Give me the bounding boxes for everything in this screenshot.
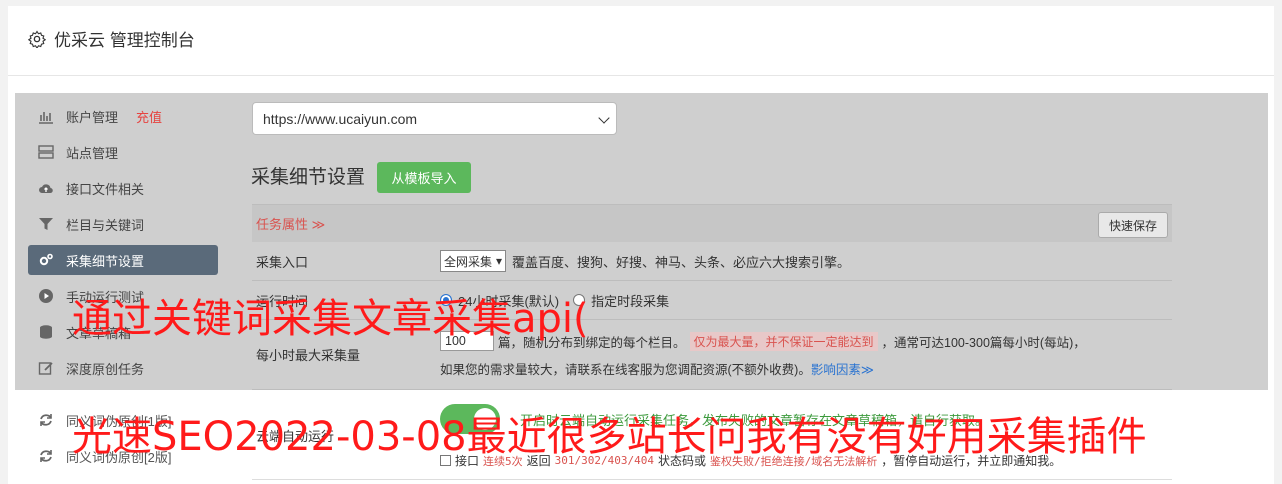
overlay-headline-1: 通过关键词采集文章采集api( [72, 296, 589, 342]
chevron-down-icon: ▾ [496, 254, 503, 268]
recharge-link[interactable]: 充值 [136, 107, 162, 126]
filter-icon [39, 218, 53, 230]
task-attributes-toggle[interactable]: 任务属性 ≫ [256, 214, 325, 233]
server-icon [38, 145, 54, 159]
sidebar-item-account[interactable]: 账户管理 充值 [28, 98, 218, 134]
quick-save-button[interactable]: 快速保存 [1098, 212, 1168, 238]
gear-icon [28, 29, 46, 48]
sidebar-item-label: 接口文件相关 [66, 181, 145, 197]
sidebar-item-label: 站点管理 [66, 145, 119, 161]
row-label: 采集入口 [256, 254, 309, 270]
play-circle-icon [39, 289, 53, 303]
sidebar-item-columns-keywords[interactable]: 栏目与关键词 [28, 206, 218, 242]
table-row-entry: 采集入口 全网采集 ▾ 覆盖百度、搜狗、好搜、神马、头条、必应六大搜索引擎。 [252, 242, 1172, 281]
sidebar-item-interface-files[interactable]: 接口文件相关 [28, 170, 218, 206]
import-template-button[interactable]: 从模板导入 [377, 162, 471, 193]
header-title-wrap: 优采云 管理控制台 [28, 26, 195, 51]
bar-chart-icon [39, 112, 53, 124]
site-select[interactable]: https://www.ucaiyun.com [252, 102, 617, 135]
overlay-headline-2: 光速SEO2022-03-08最近很多站长问我有没有好用采集插件 [72, 414, 1147, 460]
edit-icon [38, 362, 53, 375]
sidebar-item-label: 栏目与关键词 [66, 217, 145, 233]
factors-link[interactable]: 影响因素≫ [811, 363, 874, 377]
refresh-icon [40, 450, 52, 462]
sidebar-item-collect-settings[interactable]: 采集细节设置 [28, 245, 218, 275]
sidebar-item-deep-original[interactable]: 深度原创任务 [28, 350, 218, 386]
rate-desc-2: ，通常可达100-300篇每小时(每站)， [881, 335, 1086, 350]
radio-scheduled-label: 指定时段采集 [591, 293, 670, 309]
entry-description: 覆盖百度、搜狗、好搜、神马、头条、必应六大搜索引擎。 [512, 254, 851, 270]
table-header: 任务属性 ≫ 快速保存 [252, 204, 1172, 242]
site-select-value: https://www.ucaiyun.com [263, 110, 418, 127]
sidebar-item-sites[interactable]: 站点管理 [28, 134, 218, 170]
row-value: 全网采集 ▾ 覆盖百度、搜狗、好搜、神马、头条、必应六大搜索引擎。 [440, 242, 1172, 280]
entry-select-value: 全网采集 [444, 254, 493, 269]
refresh-icon [40, 414, 52, 426]
rate-warning: 仅为最大量，并不保证一定能达到 [689, 331, 878, 351]
header-card: 优采云 管理控制台 [8, 6, 1274, 76]
chevron-down-icon [598, 112, 610, 124]
rate-desc-3: 如果您的需求量较大，请联系在线客服为您调配资源(不额外收费)。 [440, 363, 811, 377]
gears-icon [39, 253, 53, 266]
rate-line-2: 如果您的需求量较大，请联系在线客服为您调配资源(不额外收费)。影响因素≫ [440, 359, 874, 378]
entry-select[interactable]: 全网采集 ▾ [440, 250, 507, 272]
cloud-upload-icon [39, 184, 53, 194]
database-icon [40, 325, 52, 339]
sidebar-item-label: 深度原创任务 [66, 361, 145, 377]
page-title: 优采云 管理控制台 [54, 31, 195, 50]
section-title: 采集细节设置 [251, 167, 366, 188]
sidebar-item-label: 采集细节设置 [66, 253, 145, 269]
sidebar-item-label: 账户管理 [66, 109, 119, 125]
